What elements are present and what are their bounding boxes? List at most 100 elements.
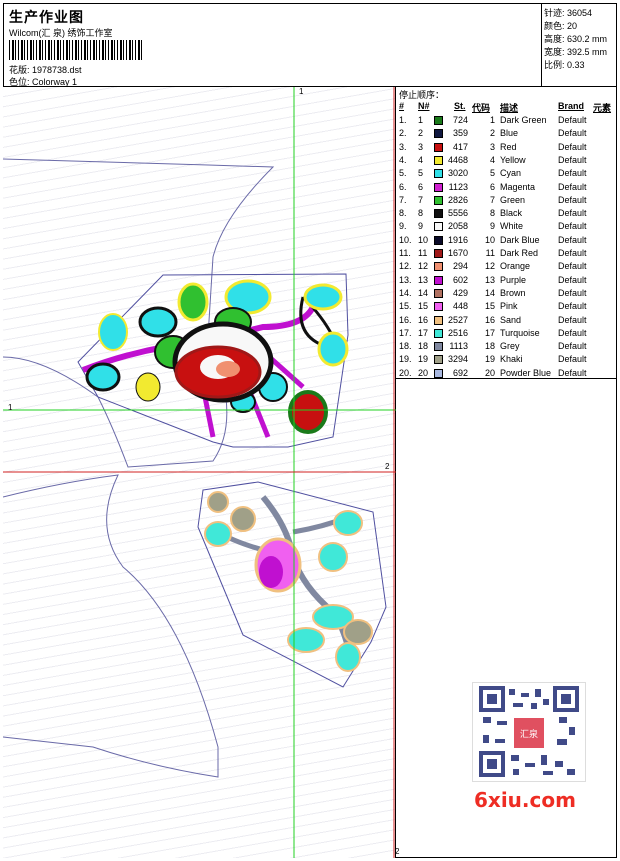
thread-brand: Default — [558, 208, 587, 219]
stop-index: 19. — [399, 354, 412, 365]
legend-row[interactable]: 8. 8 5556 8 Black Default — [396, 208, 617, 221]
legend-row[interactable]: 13. 13 602 13 Purple Default — [396, 275, 617, 288]
legend-row[interactable]: 3. 3 417 3 Red Default — [396, 142, 617, 155]
thread-description: Khaki — [500, 354, 523, 365]
red-h-guide-label: 2 — [385, 462, 390, 471]
needle-number: 20 — [418, 367, 429, 378]
legend-row[interactable]: 1. 1 724 1 Dark Green Default — [396, 115, 617, 128]
thread-description: Red — [500, 141, 517, 152]
needle-number: 3 — [418, 141, 424, 152]
col-header-brand: Brand — [558, 101, 585, 111]
legend-row[interactable]: 10. 10 1916 10 Dark Blue Default — [396, 235, 617, 248]
qr-badge-text: 汇泉 — [520, 728, 538, 740]
color-swatch — [434, 209, 443, 219]
color-swatch — [434, 355, 443, 365]
red-v-guide-label: 2 — [395, 847, 400, 856]
thread-brand: Default — [558, 248, 587, 258]
col-header-element: 元素 — [593, 103, 612, 113]
thread-brand: Default — [558, 128, 587, 139]
legend-row[interactable]: 2. 2 359 2 Blue Default — [396, 128, 617, 141]
stop-index: 8. — [399, 208, 407, 219]
legend-title: 停止顺序： — [399, 90, 445, 100]
stitch-count-cell: 5556 — [447, 208, 468, 219]
thread-brand: Default — [558, 234, 587, 245]
legend-row[interactable]: 12. 12 294 12 Orange Default — [396, 261, 617, 274]
needle-number: 4 — [418, 154, 424, 165]
legend-row[interactable]: 4. 4 4468 4 Yellow Default — [396, 155, 617, 168]
color-swatch — [434, 142, 443, 152]
legend-row[interactable]: 17. 17 2516 17 Turquoise Default — [396, 328, 617, 341]
thread-code: 9 — [489, 221, 495, 232]
thread-code: 8 — [489, 208, 495, 219]
needle-number: 9 — [418, 221, 424, 232]
qr-code: 汇泉 — [472, 682, 586, 782]
legend-row[interactable]: 20. 20 692 20 Powder Blue Default — [396, 368, 617, 381]
thread-code: 15 — [484, 301, 495, 312]
barcode — [9, 40, 143, 60]
thread-brand: Default — [558, 115, 587, 125]
stitch-count-cell: 359 — [452, 128, 468, 139]
thread-code: 1 — [489, 115, 495, 125]
v-guide-label: 1 — [299, 87, 304, 96]
col-header-desc: 描述 — [500, 103, 519, 113]
stitch-count-cell: 3020 — [447, 168, 468, 179]
legend-row[interactable]: 16. 16 2527 16 Sand Default — [396, 315, 617, 328]
legend-row[interactable]: 15. 15 448 15 Pink Default — [396, 301, 617, 314]
stop-index: 12. — [399, 261, 412, 272]
needle-number: 14 — [418, 287, 429, 298]
thread-brand: Default — [558, 141, 587, 152]
legend-row[interactable]: 5. 5 3020 5 Cyan Default — [396, 168, 617, 181]
thread-description: Dark Green — [500, 115, 547, 125]
thread-description: Orange — [500, 261, 531, 272]
thread-brand: Default — [558, 354, 587, 365]
h-guide-label: 1 — [8, 403, 13, 412]
thread-code: 17 — [484, 327, 495, 338]
thread-description: Brown — [500, 287, 526, 298]
needle-number: 16 — [418, 314, 429, 325]
stitch-count-cell: 724 — [452, 115, 468, 125]
thread-code: 4 — [489, 154, 495, 165]
needle-number: 11 — [418, 248, 428, 258]
needle-number: 8 — [418, 208, 424, 219]
embroidery-preview — [3, 87, 396, 858]
color-swatch — [434, 302, 443, 312]
thread-description: Pink — [500, 301, 518, 312]
legend-row[interactable]: 11. 11 1670 11 Dark Red Default — [396, 248, 617, 261]
stitch-count-cell: 294 — [452, 261, 468, 272]
thread-description: Turquoise — [500, 327, 540, 338]
color-swatch — [434, 222, 443, 232]
floral-motif-bottom — [204, 491, 373, 672]
thread-brand: Default — [558, 314, 587, 325]
color-swatch — [434, 169, 443, 179]
legend-row[interactable]: 14. 14 429 14 Brown Default — [396, 288, 617, 301]
stop-index: 6. — [399, 181, 407, 192]
thread-code: 7 — [489, 194, 495, 205]
company-name: Wilcom(汇 泉) 绣饰工作室 — [9, 28, 113, 38]
stop-index: 13. — [399, 274, 412, 285]
legend-row[interactable]: 18. 18 1113 18 Grey Default — [396, 341, 617, 354]
color-swatch — [434, 235, 443, 245]
thread-description: Dark Blue — [500, 234, 540, 245]
legend-row[interactable]: 7. 7 2826 7 Green Default — [396, 195, 617, 208]
legend-row[interactable]: 19. 19 3294 19 Khaki Default — [396, 354, 617, 367]
legend-row[interactable]: 6. 6 1123 6 Magenta Default — [396, 182, 617, 195]
legend-row[interactable]: 9. 9 2058 9 White Default — [396, 221, 617, 234]
design-canvas[interactable]: 1 1 2 2 — [3, 87, 400, 858]
stitch-count-cell: 4468 — [447, 154, 468, 165]
color-swatch — [434, 129, 443, 139]
needle-number: 7 — [418, 194, 424, 205]
needle-number: 2 — [418, 128, 424, 139]
thread-brand: Default — [558, 327, 587, 338]
design-height: 高度: 630.2 mm — [544, 34, 608, 44]
color-swatch — [434, 262, 443, 272]
thread-code: 12 — [484, 261, 495, 272]
stitch-count-cell: 429 — [452, 287, 468, 298]
color-swatch — [434, 249, 443, 258]
stitch-count-cell: 2516 — [447, 327, 468, 338]
thread-brand: Default — [558, 194, 587, 205]
thread-description: Powder Blue — [500, 367, 552, 378]
stop-index: 15. — [399, 301, 412, 312]
stop-index: 5. — [399, 168, 407, 179]
thread-brand: Default — [558, 367, 587, 378]
thread-brand: Default — [558, 301, 587, 312]
